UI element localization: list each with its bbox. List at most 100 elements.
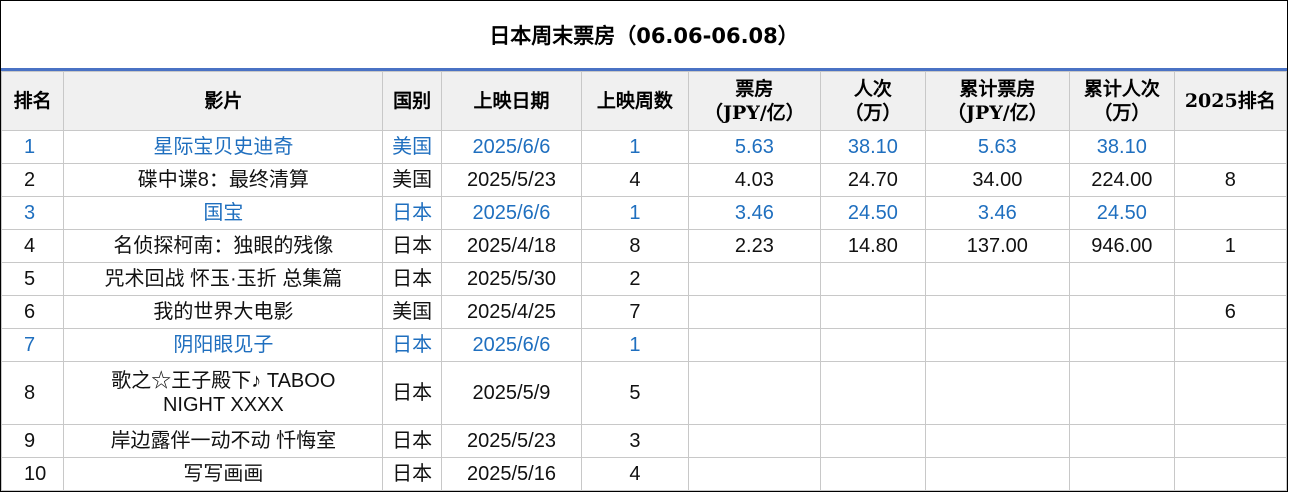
rank-cell[interactable]: 3 bbox=[0, 196, 65, 230]
film-cell[interactable]: 国宝 bbox=[63, 196, 384, 230]
cumulative-admissions-cell[interactable] bbox=[1069, 262, 1175, 296]
admissions-cell[interactable]: 24.70 bbox=[820, 163, 926, 197]
table-row[interactable]: 8 歌之☆王子殿下♪ TABOO NIGHT XXXX 日本 2025/5/9 5 bbox=[0, 361, 1288, 425]
box-office-cell[interactable] bbox=[687, 295, 822, 329]
release-date-cell[interactable]: 2025/4/18 bbox=[440, 229, 583, 263]
column-header[interactable]: 国别 bbox=[382, 71, 442, 131]
cumulative-box-office-cell[interactable] bbox=[924, 424, 1071, 458]
cumulative-box-office-cell[interactable]: 3.46 bbox=[924, 196, 1071, 230]
box-office-cell[interactable] bbox=[687, 262, 822, 296]
cumulative-admissions-cell[interactable] bbox=[1069, 457, 1175, 491]
rank-cell[interactable]: 5 bbox=[0, 262, 65, 296]
weeks-cell[interactable]: 4 bbox=[581, 163, 689, 197]
country-cell[interactable]: 日本 bbox=[382, 262, 442, 296]
film-cell[interactable]: 写写画画 bbox=[63, 457, 384, 491]
box-office-cell[interactable] bbox=[687, 424, 822, 458]
admissions-cell[interactable]: 24.50 bbox=[820, 196, 926, 230]
table-row[interactable]: 6 我的世界大电影 美国 2025/4/25 7 6 bbox=[0, 295, 1288, 329]
rank-cell[interactable]: 8 bbox=[0, 361, 65, 425]
cumulative-box-office-cell[interactable] bbox=[924, 295, 1071, 329]
rank-2025-cell[interactable] bbox=[1173, 262, 1288, 296]
rank-2025-cell[interactable]: 6 bbox=[1173, 295, 1288, 329]
country-cell[interactable]: 日本 bbox=[382, 229, 442, 263]
film-cell[interactable]: 碟中谍8：最终清算 bbox=[63, 163, 384, 197]
admissions-cell[interactable] bbox=[820, 295, 926, 329]
cumulative-admissions-cell[interactable] bbox=[1069, 361, 1175, 425]
table-row[interactable]: 10 写写画画 日本 2025/5/16 4 bbox=[0, 457, 1288, 491]
cumulative-admissions-cell[interactable] bbox=[1069, 328, 1175, 362]
country-cell[interactable]: 日本 bbox=[382, 457, 442, 491]
film-cell[interactable]: 咒术回战 怀玉·玉折 总集篇 bbox=[63, 262, 384, 296]
table-row[interactable]: 1 星际宝贝史迪奇 美国 2025/6/6 1 5.63 38.10 5.63 38.10 bbox=[0, 130, 1288, 164]
admissions-cell[interactable] bbox=[820, 457, 926, 491]
release-date-cell[interactable]: 2025/5/23 bbox=[440, 163, 583, 197]
rank-2025-cell[interactable] bbox=[1173, 361, 1288, 425]
admissions-cell[interactable]: 38.10 bbox=[820, 130, 926, 164]
weeks-cell[interactable]: 1 bbox=[581, 328, 689, 362]
film-cell[interactable]: 我的世界大电影 bbox=[63, 295, 384, 329]
box-office-cell[interactable] bbox=[687, 457, 822, 491]
release-date-cell[interactable]: 2025/5/30 bbox=[440, 262, 583, 296]
cumulative-box-office-cell[interactable]: 5.63 bbox=[924, 130, 1071, 164]
column-header[interactable]: 人次 （万） bbox=[820, 71, 926, 131]
cumulative-box-office-cell[interactable] bbox=[924, 457, 1071, 491]
country-cell[interactable]: 日本 bbox=[382, 424, 442, 458]
rank-cell[interactable]: 2 bbox=[0, 163, 65, 197]
country-cell[interactable]: 日本 bbox=[382, 196, 442, 230]
admissions-cell[interactable] bbox=[820, 361, 926, 425]
cumulative-box-office-cell[interactable]: 137.00 bbox=[924, 229, 1071, 263]
rank-cell[interactable]: 4 bbox=[0, 229, 65, 263]
cumulative-admissions-cell[interactable]: 224.00 bbox=[1069, 163, 1175, 197]
rank-2025-cell[interactable]: 8 bbox=[1173, 163, 1288, 197]
rank-cell[interactable]: 9 bbox=[0, 424, 65, 458]
rank-cell[interactable]: 6 bbox=[0, 295, 65, 329]
weeks-cell[interactable]: 7 bbox=[581, 295, 689, 329]
column-header[interactable]: 上映周数 bbox=[581, 71, 689, 131]
release-date-cell[interactable]: 2025/6/6 bbox=[440, 196, 583, 230]
table-row[interactable]: 2 碟中谍8：最终清算 美国 2025/5/23 4 4.03 24.70 34.00 224.… bbox=[0, 163, 1288, 197]
rank-cell[interactable]: 7 bbox=[0, 328, 65, 362]
film-cell[interactable]: 名侦探柯南：独眼的残像 bbox=[63, 229, 384, 263]
release-date-cell[interactable]: 2025/6/6 bbox=[440, 328, 583, 362]
column-header[interactable]: 影片 bbox=[63, 71, 384, 131]
release-date-cell[interactable]: 2025/6/6 bbox=[440, 130, 583, 164]
column-header[interactable]: 上映日期 bbox=[440, 71, 583, 131]
table-row[interactable]: 3 国宝 日本 2025/6/6 1 3.46 24.50 3.46 24.50 bbox=[0, 196, 1288, 230]
film-cell[interactable]: 歌之☆王子殿下♪ TABOO NIGHT XXXX bbox=[63, 361, 384, 425]
cumulative-box-office-cell[interactable] bbox=[924, 328, 1071, 362]
admissions-cell[interactable] bbox=[820, 262, 926, 296]
box-office-cell[interactable]: 4.03 bbox=[687, 163, 822, 197]
film-cell[interactable]: 岸边露伴一动不动 忏悔室 bbox=[63, 424, 384, 458]
rank-2025-cell[interactable] bbox=[1173, 130, 1288, 164]
weeks-cell[interactable]: 8 bbox=[581, 229, 689, 263]
film-cell[interactable]: 星际宝贝史迪奇 bbox=[63, 130, 384, 164]
film-cell[interactable]: 阴阳眼见子 bbox=[63, 328, 384, 362]
weeks-cell[interactable]: 1 bbox=[581, 196, 689, 230]
column-header[interactable]: 2025排名 bbox=[1173, 71, 1288, 131]
rank-2025-cell[interactable]: 1 bbox=[1173, 229, 1288, 263]
cumulative-box-office-cell[interactable]: 34.00 bbox=[924, 163, 1071, 197]
weeks-cell[interactable]: 3 bbox=[581, 424, 689, 458]
release-date-cell[interactable]: 2025/5/23 bbox=[440, 424, 583, 458]
table-row[interactable]: 4 名侦探柯南：独眼的残像 日本 2025/4/18 8 2.23 14.80 137.00 9… bbox=[0, 229, 1288, 263]
country-cell[interactable]: 美国 bbox=[382, 130, 442, 164]
column-header[interactable]: 排名 bbox=[0, 71, 65, 131]
rank-2025-cell[interactable] bbox=[1173, 457, 1288, 491]
cumulative-admissions-cell[interactable]: 24.50 bbox=[1069, 196, 1175, 230]
release-date-cell[interactable]: 2025/5/9 bbox=[440, 361, 583, 425]
column-header[interactable]: 累计人次 （万） bbox=[1069, 71, 1175, 131]
rank-2025-cell[interactable] bbox=[1173, 196, 1288, 230]
rank-cell[interactable]: 1 bbox=[0, 130, 65, 164]
country-cell[interactable]: 日本 bbox=[382, 328, 442, 362]
box-office-cell[interactable] bbox=[687, 328, 822, 362]
release-date-cell[interactable]: 2025/5/16 bbox=[440, 457, 583, 491]
table-row[interactable]: 5 咒术回战 怀玉·玉折 总集篇 日本 2025/5/30 2 bbox=[0, 262, 1288, 296]
weeks-cell[interactable]: 2 bbox=[581, 262, 689, 296]
column-header[interactable]: 票房 （JPY/亿） bbox=[687, 71, 822, 131]
weeks-cell[interactable]: 4 bbox=[581, 457, 689, 491]
cumulative-admissions-cell[interactable] bbox=[1069, 295, 1175, 329]
box-office-cell[interactable]: 3.46 bbox=[687, 196, 822, 230]
weeks-cell[interactable]: 5 bbox=[581, 361, 689, 425]
box-office-cell[interactable] bbox=[687, 361, 822, 425]
box-office-cell[interactable]: 5.63 bbox=[687, 130, 822, 164]
